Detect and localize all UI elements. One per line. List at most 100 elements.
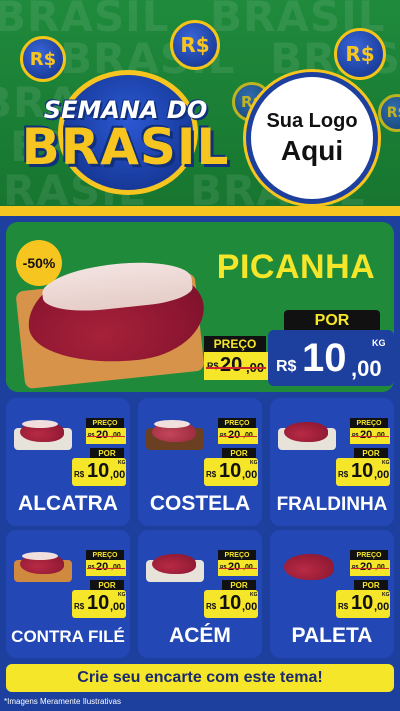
- old-price-label: PREÇO: [204, 336, 266, 352]
- price-unit: KG: [250, 592, 258, 598]
- old-price-integer: 20: [96, 429, 109, 441]
- new-price: R$ 10 ,00 KG: [204, 590, 258, 618]
- new-price: R$ 10 ,00 KG: [336, 590, 390, 618]
- meat-fat-image: [22, 420, 58, 428]
- new-price-label: POR: [90, 580, 124, 590]
- strikethrough-line: [87, 568, 125, 569]
- old-price: R$ 20 ,00: [86, 428, 126, 444]
- new-price-label: POR: [354, 448, 388, 458]
- product-card[interactable]: PREÇO R$ 20 ,00 POR R$ 10 ,00 KG PALETA: [270, 530, 394, 658]
- new-price-label: POR: [222, 580, 256, 590]
- product-name: PICANHA: [216, 248, 376, 286]
- header-banner: BRASIL BRASIL BRASIL BRASIL BRASIL BRASI…: [0, 0, 400, 212]
- old-price-label: PREÇO: [218, 418, 256, 428]
- old-price-label: PREÇO: [86, 418, 124, 428]
- campaign-badge: SEMANA DO BRASIL: [18, 70, 233, 195]
- new-price-label: POR: [222, 448, 256, 458]
- coin-icon: R$: [334, 28, 386, 80]
- disclaimer-text: *Imagens Meramente Ilustrativas: [4, 697, 121, 706]
- logo-text-line1: Sua Logo: [266, 109, 358, 132]
- meat-fat-image: [154, 420, 190, 428]
- new-price-label: POR: [90, 448, 124, 458]
- price-currency: R$: [206, 602, 217, 611]
- product-card[interactable]: PREÇO R$ 20 ,00 POR R$ 10 ,00 KG COSTELA: [138, 398, 262, 526]
- logo-text-line2: Aqui: [280, 134, 344, 166]
- price-unit: KG: [118, 592, 126, 598]
- price-decimal: ,00: [351, 356, 382, 381]
- old-price: R$ 20 ,00: [350, 560, 390, 576]
- price-decimal: ,00: [110, 469, 126, 481]
- product-card[interactable]: PREÇO R$ 20 ,00 POR R$ 10 ,00 KG CONTRA …: [6, 530, 130, 658]
- product-card[interactable]: PREÇO R$ 20 ,00 POR R$ 10 ,00 KG ACÉM: [138, 530, 262, 658]
- new-price: R$ 10 ,00 KG: [268, 330, 394, 386]
- product-card[interactable]: PREÇO R$ 20 ,00 POR R$ 10 ,00 KG ALCATRA: [6, 398, 130, 526]
- old-price: R$ 20 ,00: [350, 428, 390, 444]
- product-name: PALETA: [291, 624, 373, 647]
- meat-fat-image: [22, 552, 58, 560]
- old-price-integer: 20: [360, 429, 373, 441]
- old-price: R$ 20 ,00: [218, 428, 258, 444]
- strikethrough-line: [206, 367, 266, 369]
- new-price-label: POR: [354, 580, 388, 590]
- price-integer: 10: [351, 460, 374, 482]
- new-price: R$ 10 ,00 KG: [72, 590, 126, 618]
- strikethrough-line: [219, 436, 257, 437]
- price-decimal: ,00: [374, 469, 390, 481]
- old-price-label: PREÇO: [350, 550, 388, 560]
- price-unit: KG: [250, 460, 258, 466]
- old-price-label: PREÇO: [350, 418, 388, 428]
- coin-icon: R$: [378, 94, 400, 132]
- strikethrough-line: [351, 436, 389, 437]
- product-name: COSTELA: [149, 492, 251, 515]
- price-currency: R$: [276, 358, 297, 375]
- new-price-label: POR: [284, 310, 380, 332]
- price-integer: 10: [87, 592, 110, 614]
- price-decimal: ,00: [374, 601, 390, 613]
- price-integer: 10: [87, 460, 110, 482]
- logo-placeholder[interactable]: Sua Logo Aqui: [246, 72, 378, 204]
- old-price-integer: 20: [220, 354, 243, 376]
- old-price-label: PREÇO: [218, 550, 256, 560]
- meat-image: [284, 422, 328, 442]
- price-unit: KG: [382, 460, 390, 466]
- price-unit: KG: [372, 338, 386, 348]
- price-decimal: ,00: [110, 601, 126, 613]
- price-unit: KG: [382, 592, 390, 598]
- coin-icon: R$: [170, 20, 220, 70]
- strikethrough-line: [87, 436, 125, 437]
- product-name: FRALDINHA: [276, 494, 388, 515]
- old-price-integer: 20: [228, 429, 241, 441]
- old-price-currency: R$: [207, 361, 219, 371]
- discount-badge: -50%: [16, 240, 62, 286]
- cta-banner[interactable]: Crie seu encarte com este tema!: [6, 664, 394, 692]
- new-price: R$ 10 ,00 KG: [336, 458, 390, 486]
- old-price: R$ 20 ,00: [218, 560, 258, 576]
- badge-title-line2: BRASIL: [21, 118, 230, 176]
- price-currency: R$: [338, 470, 349, 479]
- featured-product-card[interactable]: -50% PICANHA POR R$ 10 ,00 KG PREÇO R$ 2…: [6, 222, 394, 392]
- old-price-integer: 20: [96, 561, 109, 573]
- strikethrough-line: [219, 568, 257, 569]
- old-price: R$ 20 ,00: [86, 560, 126, 576]
- product-name: ACÉM: [169, 624, 231, 647]
- old-price-integer: 20: [360, 561, 373, 573]
- price-decimal: ,00: [242, 469, 258, 481]
- price-currency: R$: [338, 602, 349, 611]
- price-currency: R$: [74, 602, 85, 611]
- old-price-label: PREÇO: [86, 550, 124, 560]
- product-card[interactable]: PREÇO R$ 20 ,00 POR R$ 10 ,00 KG FRALDIN…: [270, 398, 394, 526]
- price-integer: 10: [351, 592, 374, 614]
- price-decimal: ,00: [242, 601, 258, 613]
- meat-image: [152, 554, 196, 574]
- price-currency: R$: [74, 470, 85, 479]
- price-currency: R$: [206, 470, 217, 479]
- price-integer: 10: [302, 336, 347, 380]
- price-integer: 10: [219, 460, 242, 482]
- price-unit: KG: [118, 460, 126, 466]
- meat-image: [284, 554, 334, 580]
- strikethrough-line: [351, 568, 389, 569]
- product-name: CONTRA FILÉ: [11, 627, 125, 646]
- product-name: ALCATRA: [18, 492, 118, 515]
- new-price: R$ 10 ,00 KG: [72, 458, 126, 486]
- price-integer: 10: [219, 592, 242, 614]
